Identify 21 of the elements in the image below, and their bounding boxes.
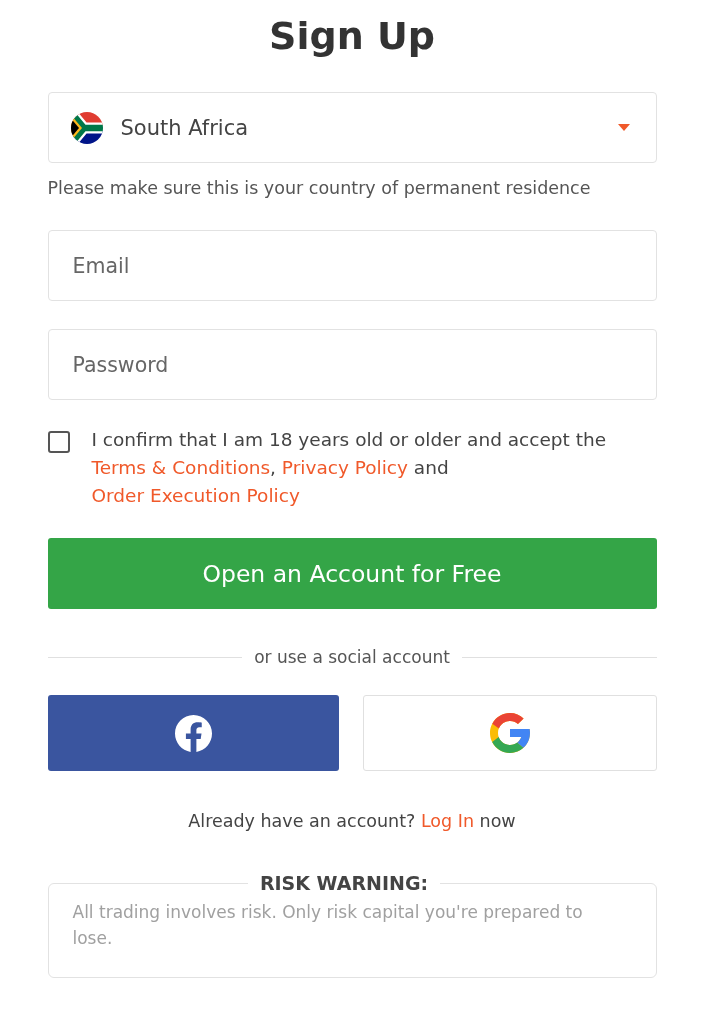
google-login-button[interactable] bbox=[363, 695, 657, 771]
checkbox[interactable] bbox=[47, 431, 70, 453]
policy-link[interactable]: Privacy Policy bbox=[281, 457, 408, 478]
input-field[interactable]: Email bbox=[47, 230, 657, 301]
login-prompt: Already have an account? Log In now bbox=[188, 810, 516, 833]
helper-text: Please make sure this is your country of permanent residence bbox=[47, 177, 591, 200]
facebook-login-button[interactable] bbox=[47, 695, 339, 771]
risk-warning-title: RISK WARNING: bbox=[258, 871, 430, 895]
country-select[interactable]: South Africa bbox=[47, 92, 657, 163]
policy-link[interactable]: Order Execution Policy bbox=[91, 485, 300, 506]
open-account-button[interactable]: Open an Account for Free bbox=[47, 538, 657, 609]
page-title: Sign Up bbox=[269, 13, 435, 60]
risk-warning-text: All trading involves risk. Only risk capital you're prepared to lose. bbox=[72, 901, 584, 950]
flag-icon bbox=[70, 111, 103, 144]
input-field[interactable]: Password bbox=[47, 329, 657, 400]
caret-icon bbox=[617, 124, 630, 131]
consent-text: I confirm that I am 18 years old or older and accept the Terms & Conditions, Privacy Policy and Order Execution Policy bbox=[91, 428, 608, 508]
policy-link[interactable]: Terms & Conditions bbox=[91, 457, 271, 478]
log-in-link[interactable]: Log In bbox=[420, 811, 474, 831]
divider-label: or use a social account bbox=[254, 646, 450, 669]
letter-g-icon bbox=[489, 713, 530, 753]
